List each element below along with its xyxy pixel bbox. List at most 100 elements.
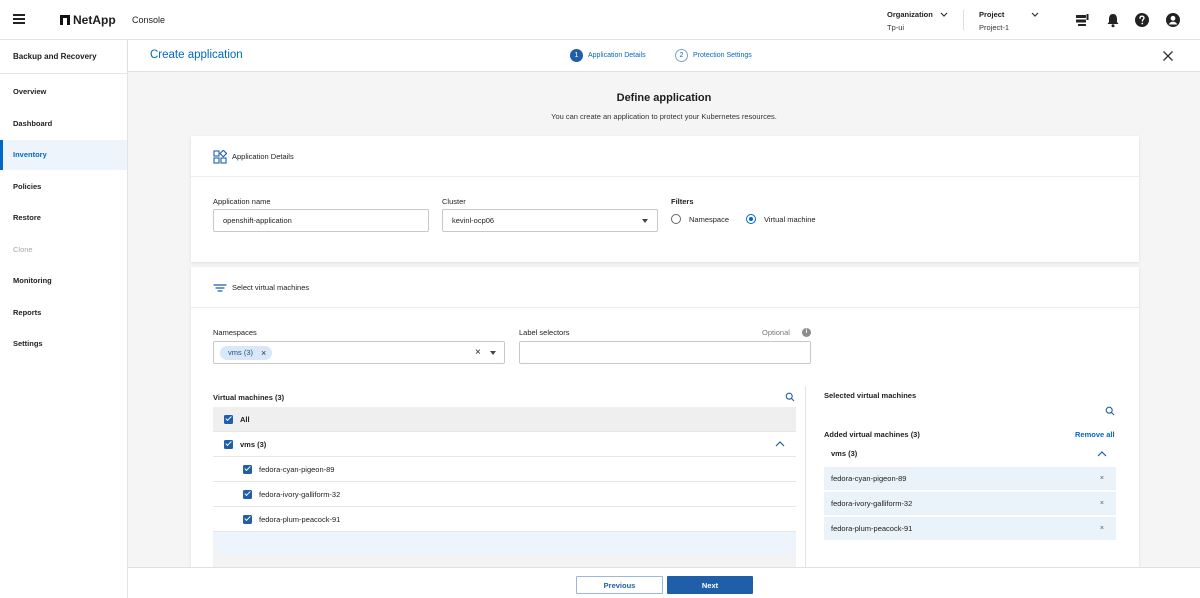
checkbox-checked-icon[interactable] bbox=[224, 439, 233, 449]
vm-group-row[interactable]: vms (3) bbox=[213, 432, 796, 457]
previous-button[interactable]: Previous bbox=[576, 576, 663, 594]
selected-vm-row: fedora-cyan-pigeon-89 × bbox=[824, 467, 1116, 491]
filter-icon bbox=[213, 284, 227, 292]
project-label: Project bbox=[979, 10, 1005, 19]
remove-chip-icon[interactable]: × bbox=[261, 346, 266, 360]
radio-off-icon bbox=[671, 214, 681, 224]
sidebar: Backup and Recovery Overview Dashboard I… bbox=[0, 40, 128, 598]
vm-row[interactable]: fedora-ivory-galliform-32 bbox=[213, 482, 796, 507]
organization-label: Organization bbox=[887, 10, 933, 19]
namespaces-multiselect[interactable]: vms (3) × × bbox=[213, 341, 505, 364]
chevron-up-icon[interactable] bbox=[775, 441, 785, 447]
filters-label: Filters bbox=[671, 197, 694, 206]
sidebar-item-dashboard[interactable]: Dashboard bbox=[0, 109, 127, 139]
step-protection-settings[interactable]: 2 Protection Settings bbox=[675, 49, 752, 62]
checkbox-checked-icon[interactable] bbox=[243, 489, 252, 499]
select-virtual-machines-card: Select virtual machines Namespaces vms (… bbox=[191, 267, 1139, 567]
selected-vm-name: fedora-cyan-pigeon-89 bbox=[831, 474, 907, 483]
organization-selector[interactable]: Organization Tp-ui bbox=[887, 10, 933, 32]
divider bbox=[0, 73, 128, 74]
sidebar-title: Backup and Recovery bbox=[13, 52, 97, 61]
added-vms-label: Added virtual machines (3) bbox=[824, 430, 920, 439]
checkbox-checked-icon[interactable] bbox=[243, 464, 252, 474]
cluster-select[interactable]: kevinl-ocp06 bbox=[442, 209, 658, 232]
section-title: Application Details bbox=[232, 152, 294, 161]
checkbox-checked-icon[interactable] bbox=[224, 414, 233, 424]
apps-icon bbox=[213, 150, 227, 164]
application-name-label: Application name bbox=[213, 197, 271, 206]
close-icon[interactable] bbox=[1162, 50, 1174, 62]
chip-label: vms (3) bbox=[228, 348, 253, 357]
vm-list-title: Virtual machines (3) bbox=[213, 393, 285, 402]
card-header: Application Details bbox=[191, 136, 1139, 177]
chevron-down-icon[interactable] bbox=[940, 12, 948, 17]
selected-vm-name: fedora-ivory-galliform-32 bbox=[831, 499, 913, 508]
section-title: Select virtual machines bbox=[232, 283, 310, 292]
selected-vm-name: fedora-plum-peacock-91 bbox=[831, 524, 913, 533]
workloads-icon[interactable] bbox=[1074, 12, 1090, 28]
help-icon[interactable] bbox=[1134, 12, 1150, 28]
sidebar-item-inventory[interactable]: Inventory bbox=[0, 140, 127, 170]
menu-icon[interactable] bbox=[13, 14, 25, 24]
vm-row-all[interactable]: All bbox=[213, 407, 796, 432]
sidebar-item-overview[interactable]: Overview bbox=[0, 77, 127, 107]
vm-row[interactable]: fedora-plum-peacock-91 bbox=[213, 507, 796, 532]
organization-value: Tp-ui bbox=[887, 23, 905, 32]
label-selectors-input[interactable] bbox=[519, 341, 811, 364]
wizard-header: Create application 1 Application Details… bbox=[128, 40, 1200, 72]
remove-all-link[interactable]: Remove all bbox=[1075, 430, 1115, 439]
sidebar-item-settings[interactable]: Settings bbox=[0, 329, 127, 359]
group-label: vms (3) bbox=[240, 439, 267, 449]
step-label: Application Details bbox=[588, 52, 646, 59]
chevron-up-icon[interactable] bbox=[1097, 450, 1107, 457]
selected-group-row[interactable]: vms (3) bbox=[824, 442, 1116, 466]
radio-label: Virtual machine bbox=[764, 214, 816, 224]
netapp-logo-mark bbox=[60, 15, 70, 25]
search-icon[interactable] bbox=[785, 392, 795, 402]
vm-name: fedora-cyan-pigeon-89 bbox=[259, 464, 335, 474]
chevron-down-icon[interactable] bbox=[1031, 12, 1039, 17]
search-icon[interactable] bbox=[1105, 406, 1115, 416]
bell-icon[interactable] bbox=[1105, 12, 1121, 28]
sidebar-item-restore[interactable]: Restore bbox=[0, 203, 127, 233]
step-number: 2 bbox=[675, 49, 688, 62]
sidebar-item-clone: Clone bbox=[13, 245, 33, 254]
caret-down-icon[interactable] bbox=[490, 351, 496, 355]
user-icon[interactable] bbox=[1165, 12, 1181, 28]
remove-icon[interactable]: × bbox=[1100, 475, 1104, 482]
define-title: Define application bbox=[616, 92, 712, 104]
brand-name: NetApp bbox=[73, 13, 116, 27]
empty-row bbox=[213, 554, 796, 567]
project-selector[interactable]: Project Project-1 bbox=[979, 10, 1009, 32]
step-label: Protection Settings bbox=[693, 52, 752, 59]
checkbox-checked-icon[interactable] bbox=[243, 514, 252, 524]
sidebar-item-policies[interactable]: Policies bbox=[0, 172, 127, 202]
page-title: Create application bbox=[150, 49, 243, 61]
all-label: All bbox=[240, 414, 250, 424]
cluster-label: Cluster bbox=[442, 197, 466, 206]
info-icon[interactable]: i bbox=[802, 328, 811, 337]
step-application-details[interactable]: 1 Application Details bbox=[570, 49, 646, 62]
sidebar-item-monitoring[interactable]: Monitoring bbox=[0, 266, 127, 296]
vm-name: fedora-plum-peacock-91 bbox=[259, 514, 341, 524]
label-selectors-label: Label selectors bbox=[519, 328, 570, 337]
sidebar-item-reports[interactable]: Reports bbox=[0, 298, 127, 328]
radio-on-icon bbox=[746, 214, 756, 224]
selected-vm-row: fedora-ivory-galliform-32 × bbox=[824, 492, 1116, 516]
clear-icon[interactable]: × bbox=[475, 342, 481, 363]
radio-label: Namespace bbox=[689, 214, 730, 224]
next-button[interactable]: Next bbox=[667, 576, 753, 594]
card-header: Select virtual machines bbox=[191, 267, 1139, 308]
filter-namespace-radio[interactable]: Namespace bbox=[671, 214, 729, 224]
remove-icon[interactable]: × bbox=[1100, 525, 1104, 532]
vm-row[interactable]: fedora-cyan-pigeon-89 bbox=[213, 457, 796, 482]
caret-down-icon[interactable] bbox=[642, 219, 648, 223]
filter-virtual-machine-radio[interactable]: Virtual machine bbox=[746, 214, 816, 224]
define-subtitle: You can create an application to protect… bbox=[551, 112, 777, 121]
netapp-logo: NetApp bbox=[60, 13, 116, 27]
remove-icon[interactable]: × bbox=[1100, 500, 1104, 507]
main-content: Define application You can create an app… bbox=[128, 73, 1200, 567]
project-value: Project-1 bbox=[979, 23, 1010, 32]
namespaces-label: Namespaces bbox=[213, 328, 257, 337]
application-name-input[interactable]: openshift-application bbox=[213, 209, 429, 232]
